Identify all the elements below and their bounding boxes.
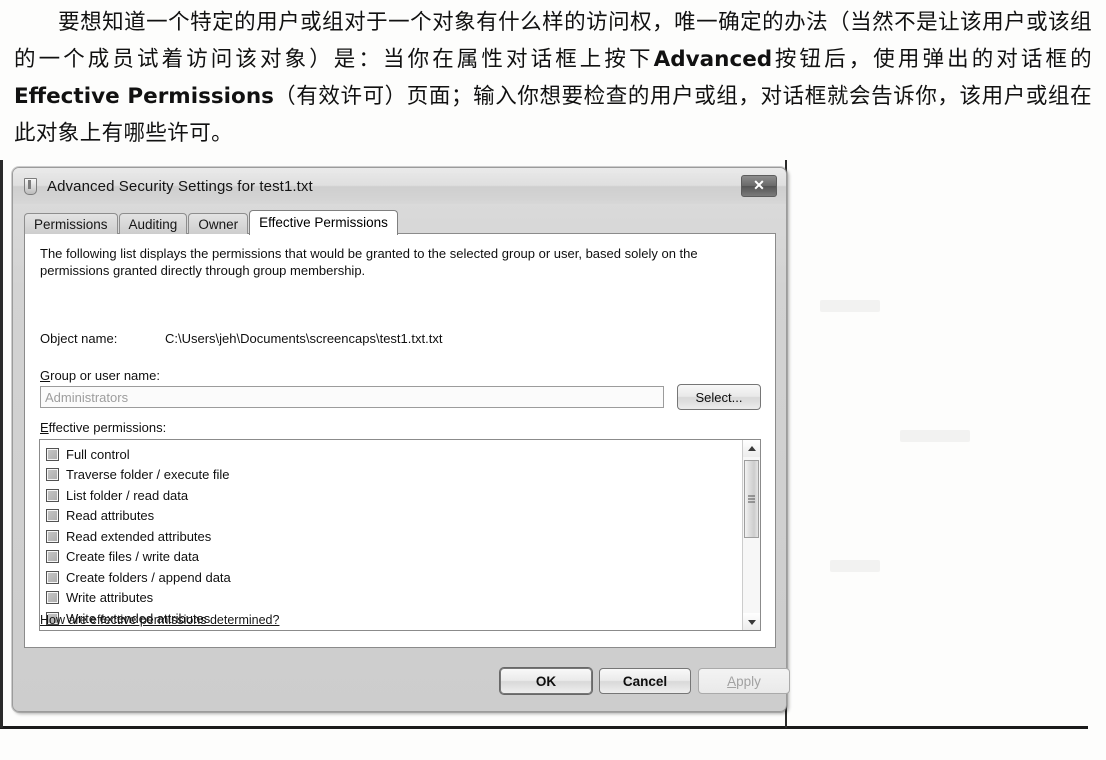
permission-checkbox-icon	[46, 591, 59, 605]
permission-rows: Full control Traverse folder / execute fi…	[40, 440, 740, 629]
advanced-security-settings-dialog: Advanced Security Settings for test1.txt…	[12, 167, 790, 712]
effective-permissions-label: Effective permissions:	[40, 420, 166, 435]
permission-label: Read attributes	[66, 508, 155, 524]
apply-rest: pply	[736, 673, 761, 689]
eff-label-rest: ffective permissions:	[48, 420, 167, 435]
group-or-user-name-input[interactable]	[40, 386, 664, 408]
permission-label: Traverse folder / execute file	[66, 467, 230, 483]
paragraph-run-2: 按钮后，使用弹出的对话框的	[772, 47, 1093, 72]
permission-label: List folder / read data	[66, 487, 189, 503]
permission-label: Create folders / append data	[66, 569, 231, 585]
object-name-value: C:\Users\jeh\Documents\screencaps\test1.…	[165, 331, 443, 346]
scroll-up-icon[interactable]	[743, 440, 760, 457]
scrollbar-thumb[interactable]	[744, 460, 759, 538]
group-label-rest: roup or user name:	[50, 368, 160, 383]
paragraph-term-effective-permissions: Effective Permissions	[14, 84, 274, 109]
dialog-title: Advanced Security Settings for test1.txt	[47, 177, 313, 195]
permission-label: Write attributes	[66, 590, 154, 606]
permission-checkbox-icon	[46, 529, 59, 543]
ok-button[interactable]: OK	[500, 668, 592, 694]
tab-permissions[interactable]: Permissions	[24, 213, 118, 234]
apply-accel: A	[727, 673, 737, 689]
panel-description: The following list displays the permissi…	[40, 246, 698, 278]
permission-row[interactable]: Read extended attributes	[46, 526, 740, 547]
close-glyph: ✕	[753, 177, 765, 193]
scan-artifact	[830, 560, 880, 572]
apply-button: Apply	[698, 668, 790, 694]
page-frame-bottom-rule	[0, 726, 1088, 729]
close-icon[interactable]: ✕	[741, 175, 777, 197]
permission-row[interactable]: Create files / write data	[46, 547, 740, 568]
page-frame-left-rule	[0, 160, 3, 728]
object-name-label: Object name:	[40, 331, 118, 346]
permission-label: Read extended attributes	[66, 528, 212, 544]
tab-owner[interactable]: Owner	[188, 213, 249, 234]
security-shield-icon	[22, 177, 38, 195]
select-button[interactable]: Select...	[677, 384, 761, 410]
group-label-accel: G	[40, 368, 51, 383]
permission-row[interactable]: Create folders / append data	[46, 567, 740, 588]
permission-row[interactable]: Full control	[46, 444, 740, 465]
permission-row[interactable]: List folder / read data	[46, 485, 740, 506]
scrollbar-grip-icon	[748, 495, 755, 503]
how-are-effective-permissions-determined-link[interactable]: How are effective permissions determined…	[40, 613, 279, 627]
eff-label-accel: E	[40, 420, 49, 435]
dialog-titlebar[interactable]: Advanced Security Settings for test1.txt…	[13, 168, 786, 204]
tab-strip: Permissions Auditing Owner Effective Per…	[24, 210, 399, 235]
paragraph-term-advanced: Advanced	[653, 47, 773, 72]
effective-permissions-panel: The following list displays the permissi…	[24, 233, 776, 648]
permission-label: Full control	[66, 446, 130, 462]
group-or-user-name-label: Group or user name:	[40, 368, 160, 383]
permission-checkbox-icon	[46, 509, 59, 523]
book-page: 要想知道一个特定的用户或组对于一个对象有什么样的访问权，唯一确定的办法（当然不是…	[0, 0, 1106, 760]
effective-permissions-listbox[interactable]: Full control Traverse folder / execute fi…	[39, 439, 761, 631]
permissions-scrollbar[interactable]	[742, 440, 760, 630]
cancel-button[interactable]: Cancel	[599, 668, 691, 694]
body-paragraph: 要想知道一个特定的用户或组对于一个对象有什么样的访问权，唯一确定的办法（当然不是…	[14, 4, 1092, 152]
permission-label: Create files / write data	[66, 549, 199, 565]
scan-artifact	[900, 430, 970, 442]
scan-artifact	[820, 300, 880, 312]
permission-checkbox-icon	[46, 550, 59, 564]
tab-effective-permissions[interactable]: Effective Permissions	[249, 210, 398, 235]
permission-checkbox-icon	[46, 468, 59, 482]
permission-row[interactable]: Write attributes	[46, 588, 740, 609]
permission-checkbox-icon	[46, 488, 59, 502]
permission-row[interactable]: Traverse folder / execute file	[46, 465, 740, 486]
permission-checkbox-icon	[46, 447, 59, 461]
permission-row[interactable]: Read attributes	[46, 506, 740, 527]
permission-checkbox-icon	[46, 570, 59, 584]
scroll-down-icon[interactable]	[743, 613, 760, 630]
tab-auditing[interactable]: Auditing	[118, 213, 188, 234]
